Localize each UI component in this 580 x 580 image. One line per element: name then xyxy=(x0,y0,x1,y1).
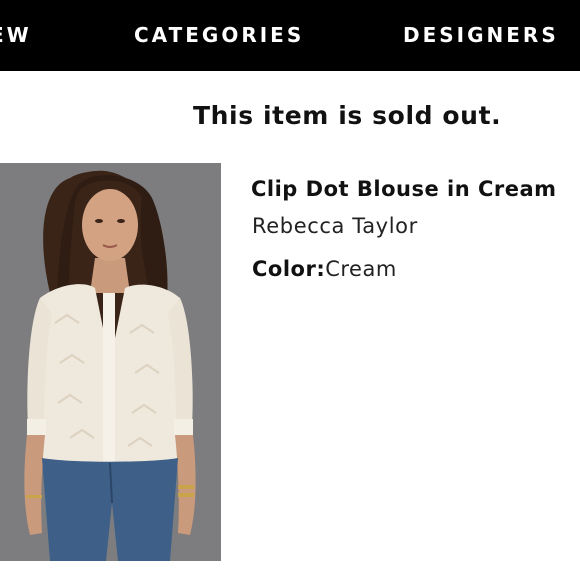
product-title: Clip Dot Blouse in Cream xyxy=(251,177,557,201)
product-color: Color:Cream xyxy=(252,255,397,283)
page: EW CATEGORIES DESIGNERS This item is sol… xyxy=(0,0,580,580)
product-designer-link[interactable]: Rebecca Taylor xyxy=(252,212,418,240)
product-image[interactable] xyxy=(0,163,221,561)
nav-item-new[interactable]: EW xyxy=(0,22,32,48)
nav-item-categories[interactable]: CATEGORIES xyxy=(134,22,304,48)
nav-item-designers[interactable]: DESIGNERS xyxy=(403,22,559,48)
color-value: Cream xyxy=(325,257,397,281)
product-photo-illustration xyxy=(0,163,221,561)
color-label: Color: xyxy=(252,257,326,281)
top-navigation-bar: EW CATEGORIES DESIGNERS xyxy=(0,0,580,71)
sold-out-notice: This item is sold out. xyxy=(193,101,502,130)
